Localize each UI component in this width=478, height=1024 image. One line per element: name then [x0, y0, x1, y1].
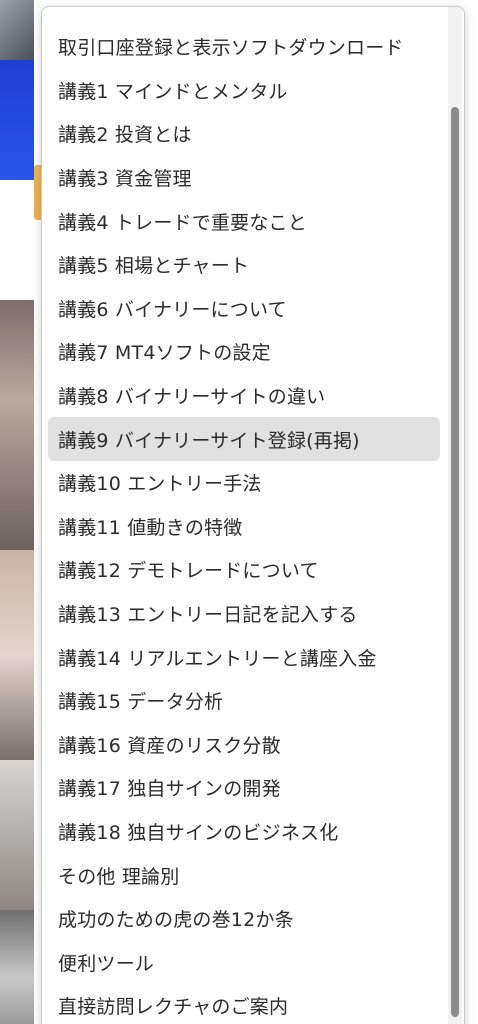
option-item-selected[interactable]: 講義9 バイナリーサイト登録(再掲) — [48, 417, 440, 461]
option-label: 講義6 バイナリーについて — [58, 298, 287, 321]
option-label: 講義4 トレードで重要なこと — [58, 211, 307, 234]
option-item[interactable]: 講義10 エントリー手法 — [48, 461, 440, 505]
scrollbar-track[interactable] — [448, 7, 462, 1024]
select-dropdown-menu[interactable]: 取引口座登録と表示ソフトダウンロード 講義1 マインドとメンタル 講義2 投資と… — [41, 6, 465, 1024]
option-item[interactable]: 講義12 デモトレードについて — [48, 548, 440, 592]
option-item[interactable]: 講義6 バイナリーについて — [48, 287, 440, 331]
option-item[interactable]: 成功のための虎の巻12か条 — [48, 897, 440, 941]
option-item[interactable]: 講義2 投資とは — [48, 112, 440, 156]
option-label: 講義1 マインドとメンタル — [58, 80, 288, 103]
option-label: その他 理論別 — [58, 865, 180, 888]
option-label: 成功のための虎の巻12か条 — [58, 909, 294, 932]
option-label: 講義15 データ分析 — [58, 691, 224, 714]
option-label: 取引口座登録と表示ソフトダウンロード — [58, 37, 404, 60]
background-photo-fragment — [0, 550, 34, 760]
option-label: 講義8 バイナリーサイトの違い — [58, 386, 326, 409]
page: 取引口座登録と表示ソフトダウンロード 講義1 マインドとメンタル 講義2 投資と… — [0, 0, 478, 1024]
option-item[interactable]: 講義18 独自サインのビジネス化 — [48, 810, 440, 854]
option-item[interactable]: 講義4 トレードで重要なこと — [48, 199, 440, 243]
option-item[interactable]: 講義7 MT4ソフトの設定 — [48, 330, 440, 374]
background-banner-fragment — [0, 60, 34, 180]
option-label: 講義3 資金管理 — [58, 168, 192, 191]
option-label: 講義10 エントリー手法 — [58, 473, 262, 496]
option-item[interactable]: 講義1 マインドとメンタル — [48, 69, 440, 113]
scrollbar-thumb[interactable] — [451, 107, 459, 1017]
option-item[interactable]: 講義16 資産のリスク分散 — [48, 723, 440, 767]
option-item[interactable]: 講義11 値動きの特徴 — [48, 505, 440, 549]
option-label: 講義14 リアルエントリーと講座入金 — [58, 647, 377, 670]
option-item[interactable]: 講義15 データ分析 — [48, 679, 440, 723]
option-label: 講義7 MT4ソフトの設定 — [58, 342, 271, 365]
option-label: 講義12 デモトレードについて — [58, 560, 319, 583]
option-label: 講義11 値動きの特徴 — [58, 516, 243, 539]
option-item[interactable]: 講義5 相場とチャート — [48, 243, 440, 287]
option-label: 直接訪問レクチャのご案内 — [58, 996, 289, 1019]
option-item[interactable]: 講義8 バイナリーサイトの違い — [48, 374, 440, 418]
background-photo-fragment — [0, 760, 34, 910]
option-item[interactable]: その他 理論別 — [48, 853, 440, 897]
page-right-margin — [464, 0, 478, 1024]
option-item[interactable]: 便利ツール — [48, 940, 440, 984]
background-photo-fragment — [0, 910, 34, 1024]
option-item[interactable]: 講義3 資金管理 — [48, 156, 440, 200]
option-item[interactable]: 直接訪問レクチャのご案内 — [48, 984, 440, 1024]
option-label: 講義16 資産のリスク分散 — [58, 734, 281, 757]
option-label: 便利ツール — [58, 952, 155, 975]
option-item[interactable]: 取引口座登録と表示ソフトダウンロード — [48, 25, 440, 69]
option-item[interactable]: 講義17 独自サインの開発 — [48, 766, 440, 810]
option-label: 講義5 相場とチャート — [58, 255, 250, 278]
option-list: 取引口座登録と表示ソフトダウンロード 講義1 マインドとメンタル 講義2 投資と… — [42, 25, 446, 1024]
background-image-fragment — [0, 0, 34, 60]
background-photo-fragment — [0, 300, 34, 550]
option-label: 講義13 エントリー日記を記入する — [58, 604, 358, 627]
option-label: 講義17 独自サインの開発 — [58, 778, 281, 801]
option-item[interactable]: 講義13 エントリー日記を記入する — [48, 592, 440, 636]
option-label: 講義2 投資とは — [58, 124, 192, 147]
option-label: 講義18 独自サインのビジネス化 — [58, 821, 339, 844]
option-item[interactable]: 講義14 リアルエントリーと講座入金 — [48, 635, 440, 679]
option-label: 講義9 バイナリーサイト登録(再掲) — [58, 429, 360, 452]
